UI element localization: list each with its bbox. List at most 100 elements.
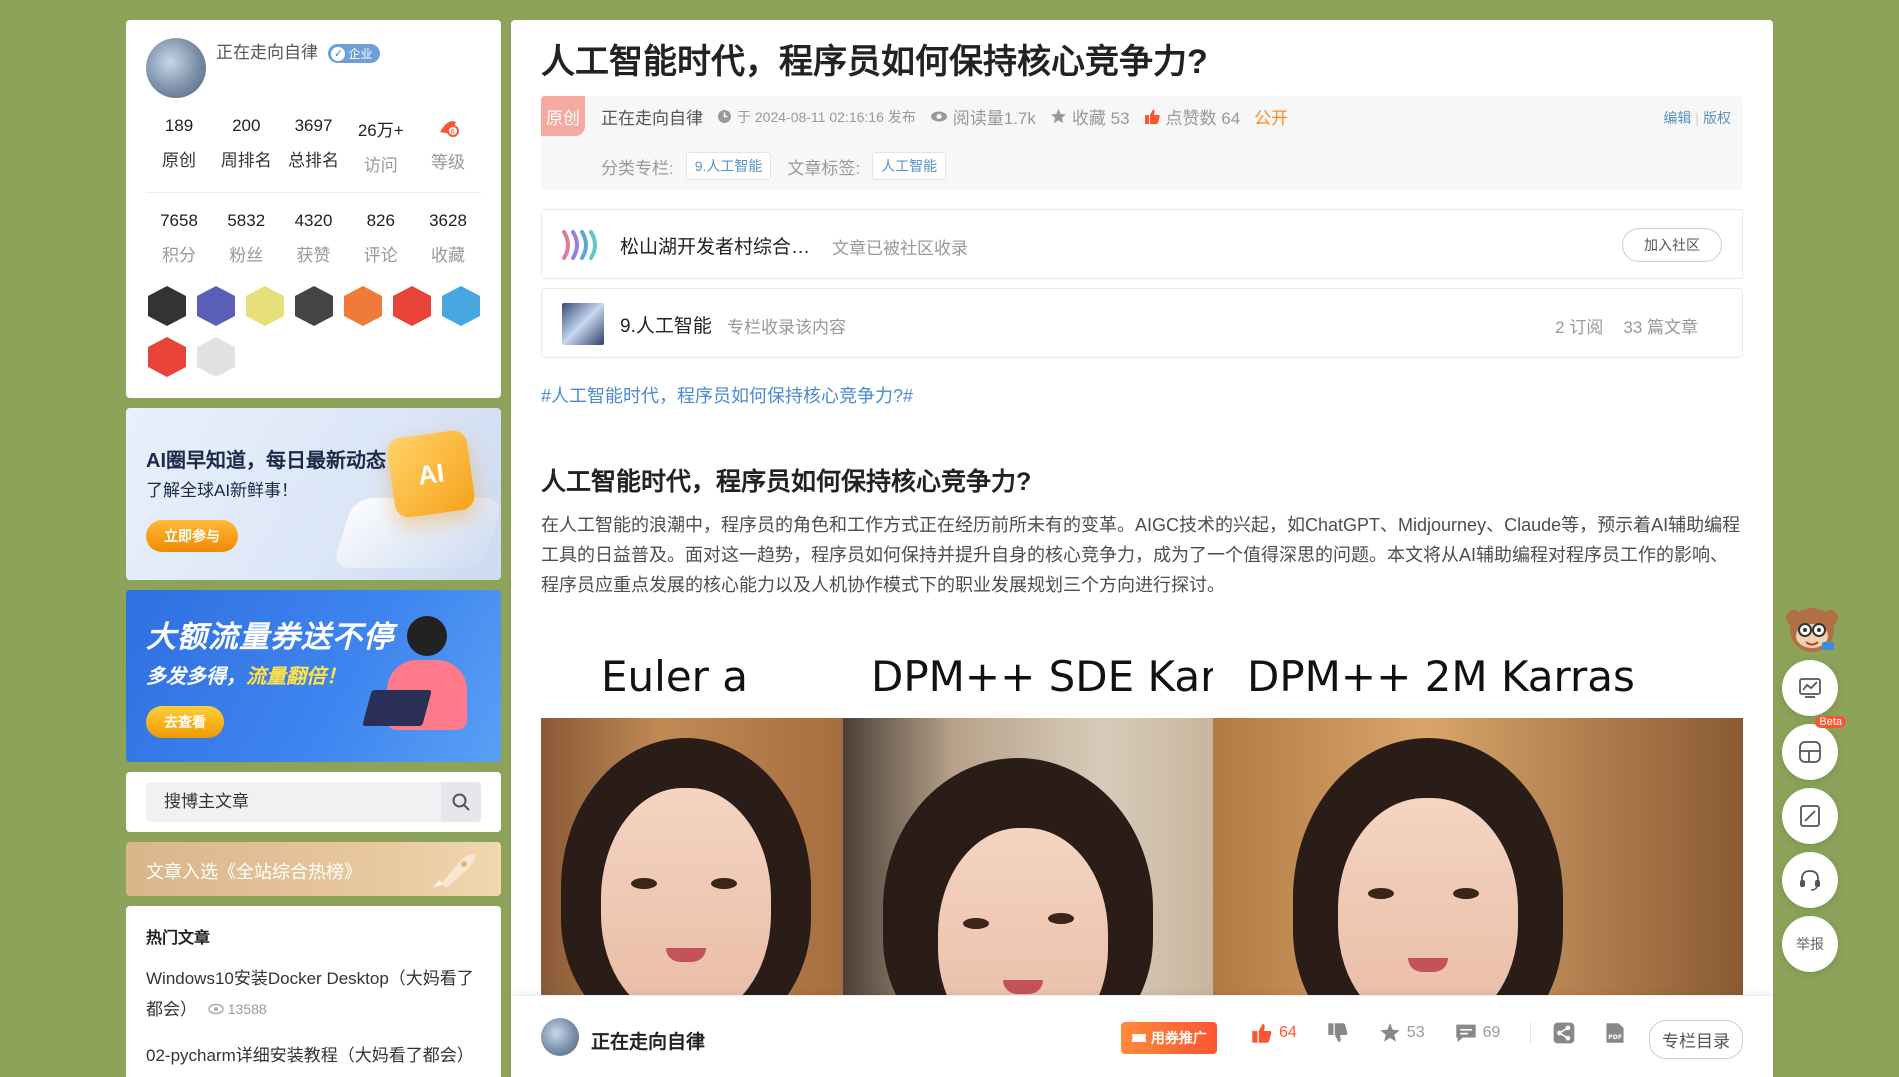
article-count: 33 篇文章 bbox=[1623, 318, 1698, 337]
achievement-badge-icon[interactable] bbox=[246, 286, 284, 326]
subscriber-count: 2 订阅 bbox=[1555, 318, 1604, 337]
copyright-link[interactable]: 版权 bbox=[1703, 110, 1731, 126]
stats-row-1: 189 原创 200 周排名 3697 总排名 26万+ 访问 6 等级 bbox=[146, 116, 481, 176]
community-logo-icon bbox=[562, 230, 597, 260]
article-tag[interactable]: 人工智能 bbox=[872, 152, 947, 180]
stats-row-2: 7658 积分 5832 粉丝 4320 获赞 826 评论 3628 收藏 bbox=[146, 211, 481, 266]
column-directory-button[interactable]: 专栏目录 bbox=[1649, 1020, 1743, 1059]
ai-tool-button[interactable]: Beta bbox=[1782, 716, 1846, 780]
face bbox=[1338, 798, 1518, 1014]
achievement-badge-icon[interactable] bbox=[393, 286, 431, 326]
stat-label: 积分 bbox=[162, 246, 196, 265]
stat-total-rank[interactable]: 3697 总排名 bbox=[283, 116, 345, 176]
stat-original[interactable]: 189 原创 bbox=[148, 116, 210, 176]
achievement-badges bbox=[146, 286, 481, 377]
stat-fans[interactable]: 5832 粉丝 bbox=[215, 211, 277, 266]
search-input[interactable] bbox=[146, 782, 441, 822]
view-count-value: 9954 bbox=[172, 1071, 203, 1077]
achievement-badge-icon[interactable] bbox=[197, 337, 235, 377]
write-button[interactable] bbox=[1782, 788, 1838, 844]
dislike-button[interactable] bbox=[1327, 1022, 1349, 1044]
achievement-badge-icon[interactable] bbox=[148, 286, 186, 326]
view-count: 9954 bbox=[152, 1071, 203, 1077]
article-bottom-bar: 正在走向自律 用券推广 64 53 69 PDF 专栏目录 bbox=[511, 995, 1773, 1077]
view-button[interactable]: 去查看 bbox=[146, 706, 224, 738]
svg-text:PDF: PDF bbox=[1609, 1034, 1623, 1041]
bottom-author-name[interactable]: 正在走向自律 bbox=[591, 1027, 705, 1054]
stat-level[interactable]: 6 等级 bbox=[417, 116, 479, 176]
achievement-badge-icon[interactable] bbox=[442, 286, 480, 326]
hot-article-title[interactable]: 02-pycharm详细安装教程（大妈看了都会） bbox=[146, 1046, 474, 1065]
stat-label: 访问 bbox=[363, 156, 398, 175]
column-box[interactable]: 9.人工智能 专栏收录该内容 2 订阅 33 篇文章 bbox=[541, 288, 1743, 358]
bottom-avatar[interactable] bbox=[541, 1018, 579, 1056]
data-trend-button[interactable] bbox=[1782, 660, 1838, 716]
enterprise-label: 企业 bbox=[348, 47, 373, 62]
like-count-text: 点赞数 64 bbox=[1165, 109, 1241, 128]
stat-week-rank[interactable]: 200 周排名 bbox=[215, 116, 277, 176]
comment-button[interactable]: 69 bbox=[1455, 1022, 1500, 1044]
column-tag[interactable]: 9.人工智能 bbox=[685, 152, 772, 180]
report-button[interactable]: 举报 bbox=[1782, 916, 1838, 972]
traffic-coupon-banner[interactable]: 大额流量券送不停 多发多得，流量翻倍！ 去查看 bbox=[126, 590, 501, 762]
pdf-button[interactable]: PDF bbox=[1605, 1022, 1625, 1044]
ai-cube-icon: AI bbox=[385, 428, 477, 520]
clock-icon bbox=[718, 110, 731, 123]
column-name[interactable]: 9.人工智能 bbox=[620, 311, 712, 338]
thumbs-up-icon bbox=[1252, 1023, 1272, 1043]
community-name[interactable]: 松山湖开发者村综合… bbox=[620, 232, 810, 259]
stat-value: 189 bbox=[164, 116, 194, 135]
banner-title: AI圈早知道，每日最新动态 bbox=[146, 450, 386, 472]
stat-likes: 4320 获赞 bbox=[283, 211, 345, 266]
publish-time: 于 2024-08-11 02:16:16 发布 bbox=[717, 107, 916, 127]
level-icon: 6 bbox=[437, 116, 459, 138]
join-community-button[interactable]: 加入社区 bbox=[1622, 228, 1722, 262]
edit-link[interactable]: 编辑 bbox=[1663, 110, 1691, 126]
author-name[interactable]: 正在走向自律 bbox=[216, 43, 318, 62]
stat-label: 收藏 bbox=[431, 246, 465, 265]
image-panel-euler: Euler a bbox=[541, 638, 843, 1014]
meta-line: 正在走向自律 于 2024-08-11 02:16:16 发布 阅读量1.7k … bbox=[601, 104, 1288, 129]
customer-service-button[interactable] bbox=[1782, 852, 1838, 908]
stat-value: 4320 bbox=[294, 211, 333, 230]
hot-article-item[interactable]: Windows10安装Docker Desktop（大妈看了都会） 13588 bbox=[146, 964, 481, 1025]
column-stats: 2 订阅 33 篇文章 bbox=[1535, 313, 1698, 338]
article-actions: 64 53 69 PDF bbox=[1251, 1022, 1625, 1044]
chart-icon bbox=[1799, 678, 1821, 698]
favorite-button[interactable]: 53 bbox=[1379, 1022, 1425, 1044]
join-now-button[interactable]: 立即参与 bbox=[146, 520, 238, 552]
meta-author[interactable]: 正在走向自律 bbox=[601, 104, 703, 129]
favorite-count[interactable]: 收藏 53 bbox=[1050, 104, 1130, 129]
achievement-badge-icon[interactable] bbox=[197, 286, 235, 326]
image-panel-2m: DPM++ 2M Karras bbox=[1213, 638, 1743, 1014]
stat-points: 7658 积分 bbox=[148, 211, 210, 266]
portrait-photo bbox=[541, 718, 843, 1014]
eye bbox=[1048, 913, 1074, 924]
hot-articles-card: 热门文章 Windows10安装Docker Desktop（大妈看了都会） 1… bbox=[126, 906, 501, 1077]
headset-icon bbox=[1800, 870, 1820, 891]
hot-rank-text: 文章入选《全站综合热榜》 bbox=[146, 862, 362, 882]
meta-actions: 编辑 | 版权 bbox=[1663, 108, 1731, 128]
achievement-badge-icon[interactable] bbox=[295, 286, 333, 326]
hot-articles-title: 热门文章 bbox=[146, 930, 211, 947]
like-button[interactable]: 64 bbox=[1251, 1022, 1297, 1044]
image-panel-sde: DPM++ SDE Karras bbox=[843, 638, 1213, 1014]
achievement-badge-icon[interactable] bbox=[344, 286, 382, 326]
hot-article-item[interactable]: 02-pycharm详细安装教程（大妈看了都会） 9954 bbox=[146, 1041, 481, 1077]
profile-head: 正在走向自律 ✓ 企业 bbox=[146, 38, 481, 98]
coupon-promote-button[interactable]: 用券推广 bbox=[1121, 1022, 1217, 1054]
achievement-badge-icon[interactable] bbox=[148, 337, 186, 377]
like-count[interactable]: 点赞数 64 bbox=[1144, 104, 1241, 129]
avatar[interactable] bbox=[146, 38, 206, 98]
star-icon bbox=[1380, 1023, 1400, 1042]
beta-badge: Beta bbox=[1815, 716, 1846, 728]
stat-label: 原创 bbox=[162, 151, 196, 170]
share-button[interactable] bbox=[1530, 1022, 1575, 1044]
search-button[interactable] bbox=[441, 782, 481, 822]
tag-label: 文章标签: bbox=[787, 158, 861, 178]
article-hashtag[interactable]: #人工智能时代，程序员如何保持核心竞争力?# bbox=[541, 382, 913, 408]
image-caption: DPM++ 2M Karras bbox=[1247, 652, 1635, 701]
ai-news-banner[interactable]: AI AI圈早知道，每日最新动态 了解全球AI新鲜事！ 立即参与 bbox=[126, 408, 501, 580]
hot-rank-card[interactable]: 文章入选《全站综合热榜》 bbox=[126, 842, 501, 896]
hot-article-title[interactable]: Windows10安装Docker Desktop（大妈看了都会） bbox=[146, 969, 474, 1019]
